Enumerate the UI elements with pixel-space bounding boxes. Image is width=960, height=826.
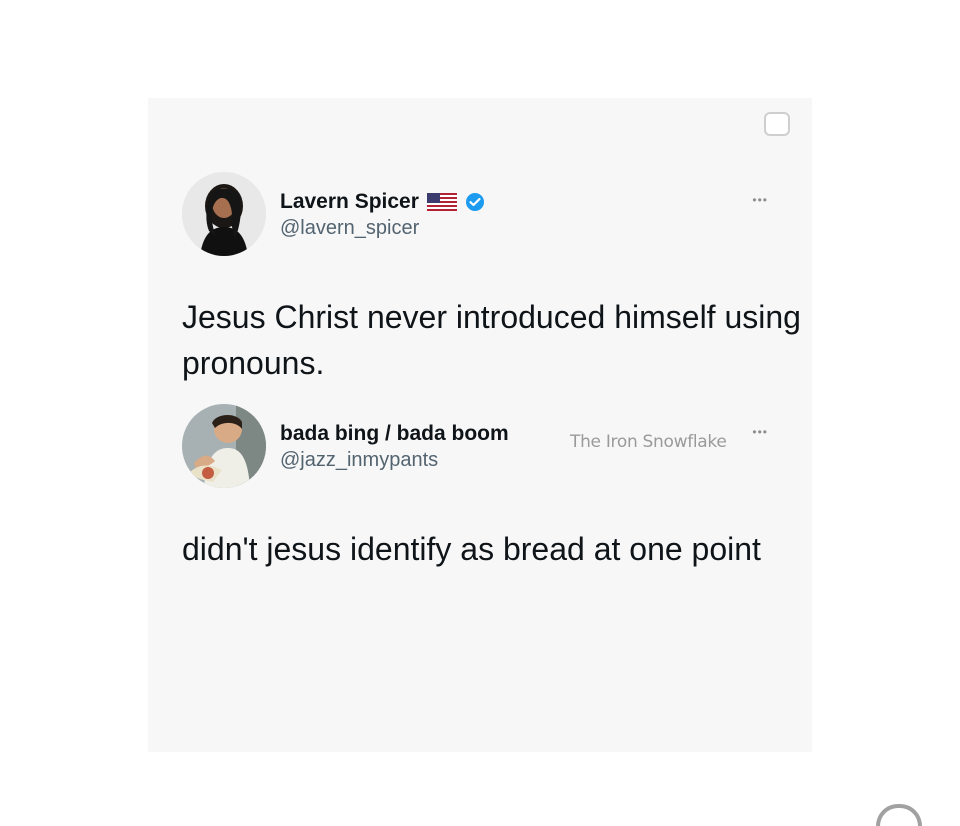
author-name[interactable]: Lavern Spicer [280,189,419,215]
reply-author-name-line: bada bing / bada boom [280,421,509,447]
more-options-icon[interactable]: ••• [752,426,768,438]
reply-author-header: bada bing / bada boom @jazz_inmypants [182,404,509,488]
corner-decoration-icon [876,804,922,826]
us-flag-icon [426,192,457,211]
avatar-image [182,404,266,488]
reply-author-avatar[interactable] [182,404,266,488]
reply-author-handle[interactable]: @jazz_inmypants [280,449,509,472]
author-avatar[interactable] [182,172,266,256]
reply-text: didn't jesus identify as bread at one po… [182,531,761,567]
more-options-icon[interactable]: ••• [752,194,768,206]
reply-author-info: bada bing / bada boom @jazz_inmypants [280,421,509,472]
author-handle[interactable]: @lavern_spicer [280,217,485,240]
tweet-text: Jesus Christ never introduced himself us… [182,299,801,381]
author-name-line: Lavern Spicer [280,189,485,215]
verified-badge-icon [465,192,484,211]
reply-author-name[interactable]: bada bing / bada boom [280,421,509,447]
avatar-image [182,172,266,256]
watermark-text: The Iron Snowflake [570,432,727,452]
author-info: Lavern Spicer @lavern_spicer [280,189,485,240]
tweet-author-header: Lavern Spicer @lavern_spicer [182,172,485,256]
tweet-screenshot-card: Lavern Spicer @lavern_spicer ••• Jesus C… [148,98,812,752]
square-outline-icon [764,112,790,136]
